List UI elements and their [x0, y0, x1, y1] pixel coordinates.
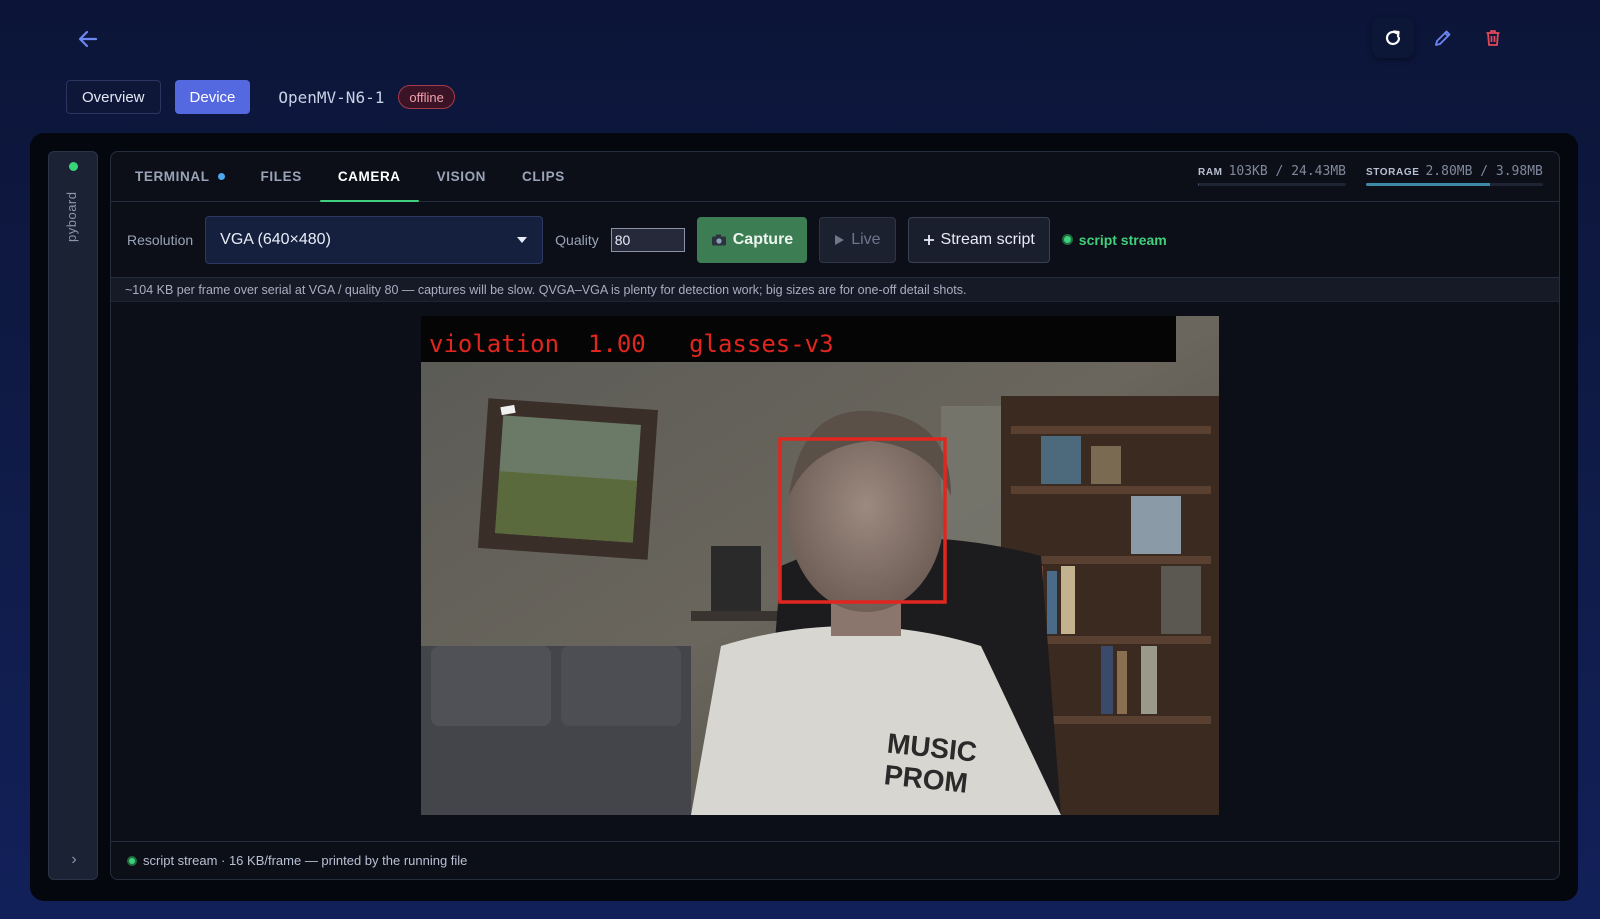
back-button[interactable] [70, 24, 106, 54]
resolution-select[interactable]: VGA (640×480) [205, 215, 544, 264]
frame-area: MUSIC PROM violation 1.00 glasses-v3 [111, 302, 1559, 829]
overlay-text: violation 1.00 glasses-v3 [429, 330, 834, 358]
refresh-button[interactable] [1372, 18, 1414, 58]
capture-hint: ~104 KB per frame over serial at VGA / q… [111, 278, 1559, 302]
live-button[interactable]: Live [819, 216, 896, 263]
tab-label: FILES [260, 169, 302, 184]
stream-status-label: script stream [1078, 231, 1167, 248]
device-actions [1372, 18, 1514, 58]
stream-status: script stream [1061, 231, 1167, 248]
connection-dot [69, 162, 78, 171]
ram-bar-fill [1198, 183, 1200, 186]
capture-button[interactable]: Capture [696, 216, 808, 263]
camera-card: TERMINAL FILES CAMERA VISION CLIPS RAM 1… [110, 151, 1560, 880]
storage-metric: STORAGE 2.80MB / 3.98MB [1366, 164, 1543, 186]
arrow-left-icon [78, 30, 98, 48]
resource-metrics: RAM 103KB / 24.43MB STORAGE 2.80MB / 3.9… [1198, 164, 1543, 186]
terminal-activity-dot [217, 173, 225, 180]
device-panel: pyboard › TERMINAL FILES CAMERA VISION C… [30, 133, 1578, 901]
tab-clips[interactable]: CLIPS [504, 152, 583, 201]
storage-bar-fill [1366, 183, 1490, 186]
board-label: pyboard [64, 192, 79, 243]
stream-script-label: Stream script [940, 230, 1035, 248]
tab-terminal[interactable]: TERMINAL [117, 152, 243, 201]
footer-status-text: script stream · 16 KB/frame — printed by… [143, 853, 468, 868]
pencil-icon [1435, 30, 1451, 46]
device-header: Overview Device OpenMV-N6-1 offline [66, 80, 455, 114]
device-tabs: TERMINAL FILES CAMERA VISION CLIPS RAM 1… [111, 152, 1559, 202]
tab-label: VISION [436, 169, 487, 184]
chevron-right-icon[interactable]: › [49, 851, 99, 869]
camera-frame: MUSIC PROM violation 1.00 glasses-v3 [421, 316, 1219, 815]
tab-device[interactable]: Device [174, 80, 251, 114]
live-label: Live [851, 230, 881, 248]
status-badge: offline [398, 85, 455, 109]
plus-icon [923, 234, 934, 245]
tab-label: CLIPS [522, 169, 565, 184]
camera-frame-image: MUSIC PROM violation 1.00 glasses-v3 [421, 316, 1219, 815]
play-icon [835, 234, 845, 245]
ram-bar [1198, 183, 1346, 186]
footer-status-dot [127, 855, 137, 866]
tab-label: CAMERA [337, 169, 401, 184]
edit-button[interactable] [1422, 18, 1464, 58]
refresh-icon [1385, 30, 1401, 46]
caret-down-icon [517, 236, 528, 243]
delete-button[interactable] [1472, 18, 1514, 58]
tab-overview[interactable]: Overview [66, 80, 161, 114]
storage-value: 2.80MB / 3.98MB [1425, 164, 1543, 179]
trash-icon [1486, 30, 1500, 46]
board-sidebar: pyboard › [48, 151, 98, 880]
ram-metric: RAM 103KB / 24.43MB [1198, 164, 1346, 186]
ram-value: 103KB / 24.43MB [1228, 164, 1346, 179]
camera-toolbar: Resolution VGA (640×480) Quality Capture [111, 202, 1559, 278]
resolution-value: VGA (640×480) [220, 230, 331, 248]
resolution-label: Resolution [127, 231, 194, 248]
camera-icon [711, 234, 726, 245]
storage-key: STORAGE [1366, 167, 1420, 178]
quality-label: Quality [555, 231, 599, 248]
stream-status-dot [1061, 234, 1073, 245]
storage-bar [1366, 183, 1543, 186]
capture-label: Capture [732, 230, 794, 248]
quality-input[interactable] [610, 227, 685, 252]
tab-vision[interactable]: VISION [419, 152, 504, 201]
device-name: OpenMV-N6-1 [278, 87, 385, 107]
tab-label: TERMINAL [135, 169, 210, 184]
tab-files[interactable]: FILES [243, 152, 320, 201]
tab-camera[interactable]: CAMERA [319, 152, 419, 202]
stream-footer: script stream · 16 KB/frame — printed by… [111, 841, 1559, 879]
ram-key: RAM [1198, 167, 1223, 178]
stream-script-button[interactable]: Stream script [907, 216, 1050, 263]
